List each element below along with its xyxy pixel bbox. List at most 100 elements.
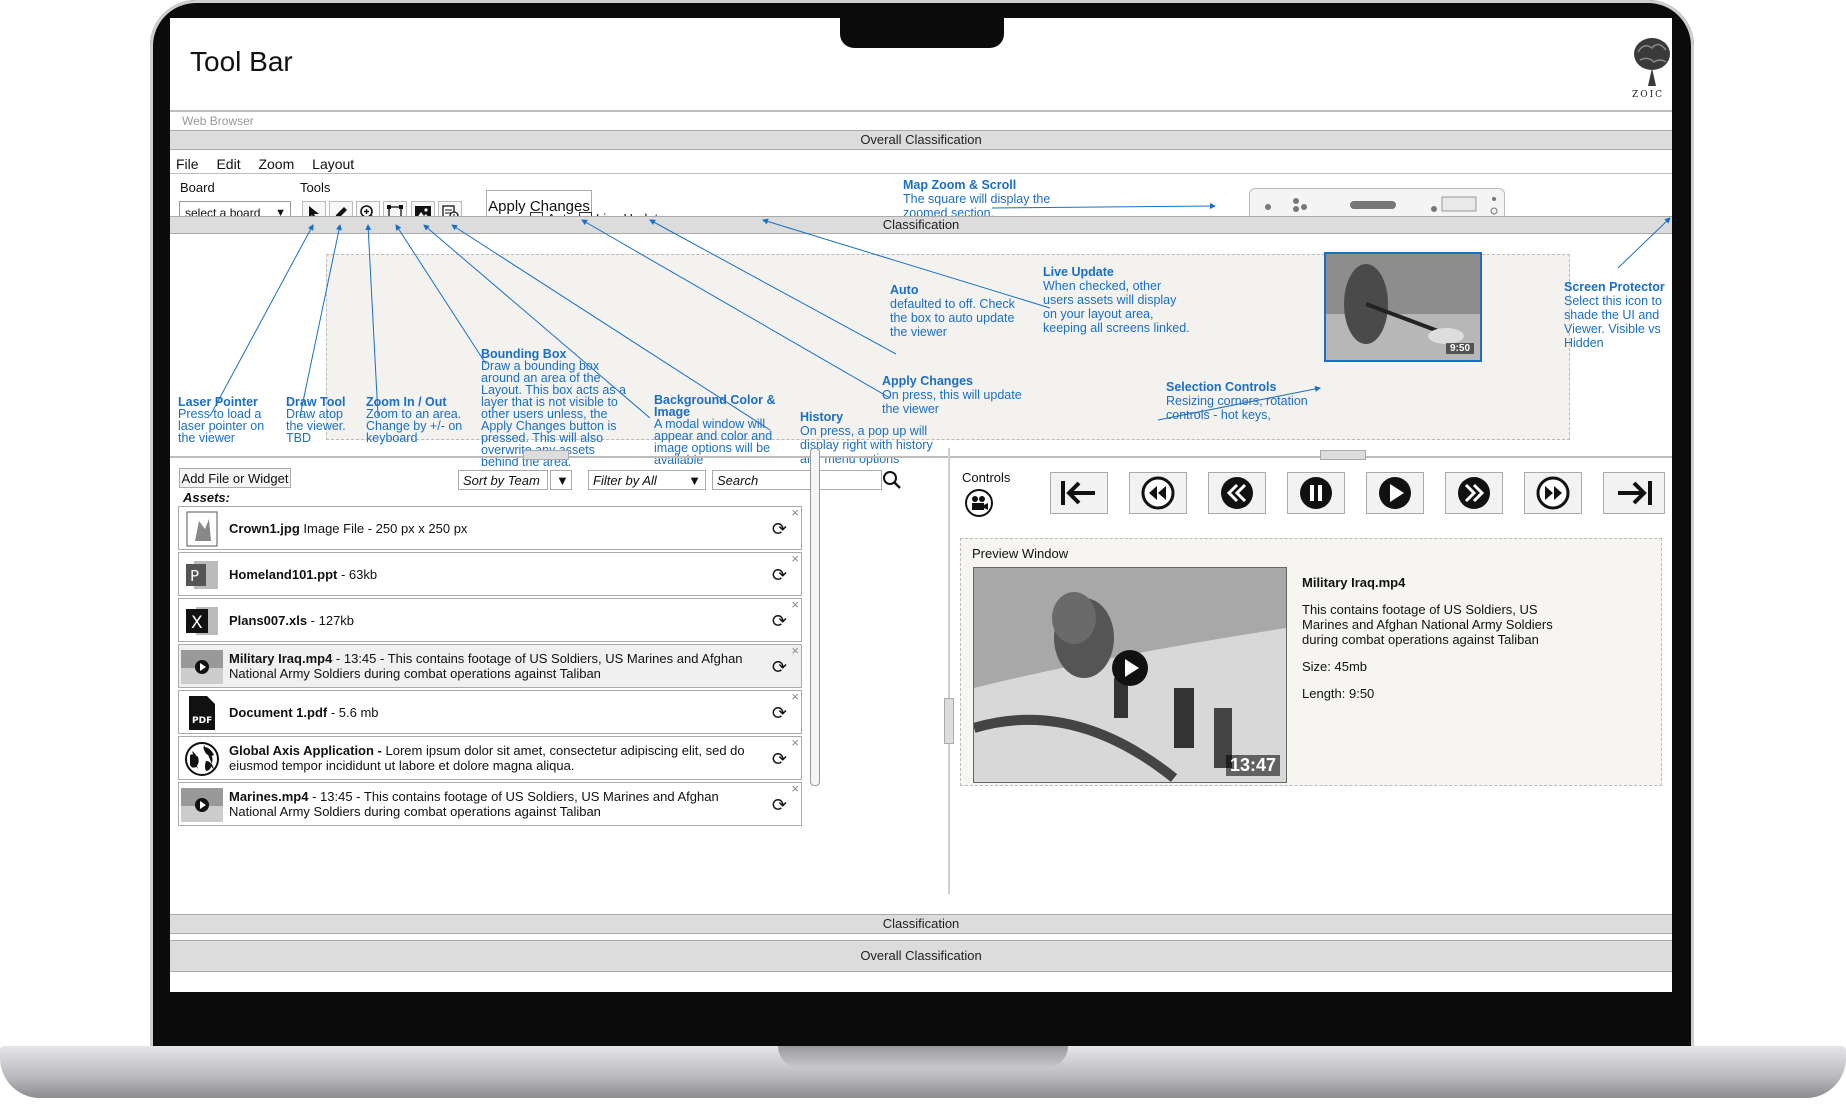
powerpoint-icon: P [183,556,221,594]
filter-by-all-select[interactable]: Filter by All ▼ [588,470,706,490]
fast-forward-icon [1458,477,1490,509]
background-title: Background Color & Image [654,393,776,419]
list-item[interactable]: PDF Document 1.pdf - 5.6 mb ⟳ × [178,689,802,734]
skip-to-end-icon [1618,481,1652,505]
refresh-icon[interactable]: ⟳ [772,703,787,724]
asset-name: Military Iraq.mp4 [229,651,333,666]
rewind-icon [1141,476,1175,510]
fast-forward-button[interactable] [1445,472,1503,514]
refresh-icon[interactable]: ⟳ [772,795,787,816]
pause-button[interactable] [1287,472,1345,514]
close-icon[interactable]: × [791,597,799,612]
svg-text:PDF: PDF [192,716,212,726]
overall-classification-bottom: Overall Classification [170,940,1672,972]
asset-name: Document 1.pdf [229,705,328,720]
skip-to-end-button[interactable] [1603,472,1665,514]
list-item[interactable]: Military Iraq.mp4 - 13:45 - This contain… [178,643,802,688]
filter-label: Filter by All [593,473,657,488]
excel-icon: X [183,602,221,640]
selection-controls-body: Resizing corners, rotation controls - ho… [1166,394,1308,422]
asset-desc: - 63kb [337,567,378,582]
svg-text:X: X [191,613,203,633]
splitter-handle-left[interactable] [523,450,569,460]
screen-protector-title: Screen Protector [1564,280,1665,294]
search-placeholder: Search [717,473,759,488]
apply-changes-note-title: Apply Changes [882,374,973,388]
live-update-note: Live Update When checked, other users ass… [1043,265,1191,335]
close-icon[interactable]: × [791,735,799,750]
draw-tool-note: Draw Tool Draw atop the viewer. TBD [286,396,360,445]
list-item[interactable]: P Homeland101.ppt - 63kb ⟳ × [178,551,802,596]
history-title: History [800,410,844,424]
play-icon [1379,477,1411,509]
close-icon[interactable]: × [791,689,799,704]
forward-button[interactable] [1524,472,1582,514]
laser-pointer-body: Press to load a laser pointer on the vie… [178,407,265,445]
pane-splitter[interactable] [170,456,1672,458]
video-thumbnail-icon [181,786,223,824]
film-camera-icon [965,489,993,517]
screen-protector-body: Select this icon to shade the UI and Vie… [1564,294,1662,350]
search-button[interactable] [882,470,904,490]
refresh-icon[interactable]: ⟳ [772,749,787,770]
preview-length: Length: 9:50 [1302,686,1375,701]
list-item[interactable]: Global Axis Application - Lorem ipsum do… [178,735,802,780]
fast-back-button[interactable] [1208,472,1266,514]
asset-list-scrollbar[interactable] [810,448,820,786]
auto-note: Auto defaulted to off. Check the box to a… [890,283,1030,339]
preview-size: Size: 45mb [1302,659,1368,674]
auto-note-title: Auto [890,283,919,297]
close-icon[interactable]: × [791,551,799,566]
background-body: A modal window will appear and color and… [654,417,773,467]
chevron-down-icon: ▼ [688,473,701,488]
preview-info: Military Iraq.mp4 This contains footage … [1302,575,1570,713]
forward-icon [1536,476,1570,510]
live-update-note-title: Live Update [1043,265,1114,279]
pdf-icon: PDF [183,694,221,732]
image-file-icon [183,510,221,548]
selection-controls-title: Selection Controls [1166,380,1277,394]
draw-tool-body: Draw atop the viewer. TBD [286,407,346,445]
close-icon[interactable]: × [791,506,799,520]
list-item[interactable]: Crown1.jpg Image File - 250 px x 250 px … [178,506,802,550]
refresh-icon[interactable]: ⟳ [772,519,787,540]
preview-video[interactable]: 13:47 [973,567,1287,783]
zoom-note-body: Zoom to an area. Change by +/- on keyboa… [366,407,463,445]
asset-name: Marines.mp4 [229,789,309,804]
viewer-asset-thumbnail[interactable]: 9:50 [1324,252,1482,362]
laptop-hinge-notch [778,1046,1068,1068]
screen: Tool Bar ZOIC Web Browser Overall Classi… [170,18,1672,992]
play-button[interactable] [1366,472,1424,514]
live-update-note-body: When checked, other users assets will di… [1043,279,1190,335]
search-input[interactable]: Search [712,470,882,490]
asset-name: Global Axis Application - [229,743,382,758]
auto-note-body: defaulted to off. Check the box to auto … [890,297,1015,339]
svg-text:P: P [190,567,199,585]
selection-controls-note: Selection Controls Resizing corners, rota… [1166,380,1336,422]
asset-name: Crown1.jpg [229,521,300,536]
thumb-duration: 9:50 [1445,343,1474,354]
add-file-button[interactable]: Add File or Widget [179,468,291,488]
preview-duration: 13:47 [1225,755,1280,776]
sort-by-team-select[interactable]: Sort by Team [458,470,548,490]
list-item[interactable]: X Plans007.xls - 127kb ⟳ × [178,597,802,642]
divider-handle[interactable] [944,698,954,744]
fast-back-icon [1221,477,1253,509]
refresh-icon[interactable]: ⟳ [772,657,787,678]
refresh-icon[interactable]: ⟳ [772,611,787,632]
pane-divider[interactable] [948,448,950,894]
assets-label: Assets: [183,490,230,505]
list-item[interactable]: Marines.mp4 - 13:45 - This contains foot… [178,781,802,826]
asset-desc: Image File - 250 px x 250 px [299,521,468,536]
classification-bottom: Classification [170,914,1672,934]
rewind-button[interactable] [1129,472,1187,514]
splitter-handle-right[interactable] [1320,450,1366,460]
close-icon[interactable]: × [791,781,799,796]
preview-title: Military Iraq.mp4 [1302,575,1406,590]
camera-button[interactable] [964,488,994,518]
close-icon[interactable]: × [791,643,799,658]
sort-dropdown-button[interactable]: ▼ [550,470,572,490]
zoom-note: Zoom In / Out Zoom to an area. Change by … [366,396,476,445]
skip-to-start-button[interactable] [1050,472,1108,514]
refresh-icon[interactable]: ⟳ [772,565,787,586]
